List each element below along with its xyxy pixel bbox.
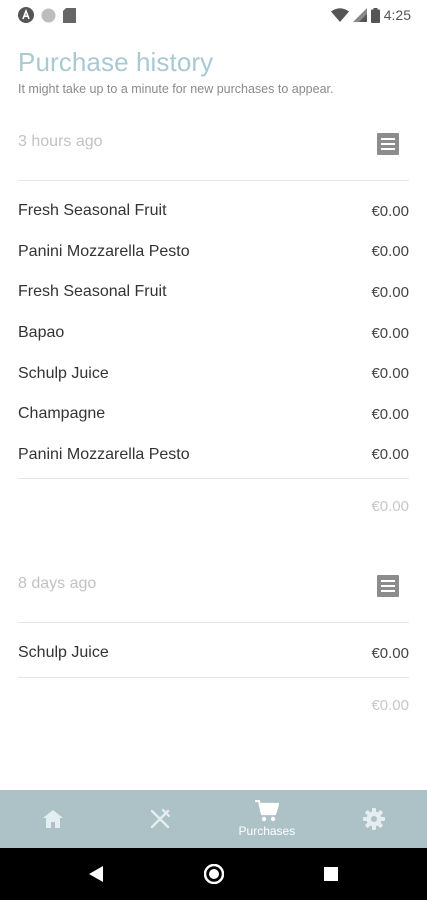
group-total: €0.00	[371, 498, 409, 516]
group-header: 8 days ago	[18, 565, 409, 623]
item-name: Schulp Juice	[18, 364, 109, 382]
purchase-group: 3 hours ago Fresh Seasonal Fruit €0.00 P…	[18, 123, 409, 532]
recents-square-icon	[324, 867, 338, 881]
item-price: €0.00	[371, 405, 409, 423]
bottom-nav: Purchases	[0, 790, 427, 848]
nav-settings[interactable]	[320, 790, 427, 848]
item-price: €0.00	[371, 365, 409, 383]
group-time: 8 days ago	[18, 575, 97, 592]
receipt-icon[interactable]	[377, 133, 399, 155]
group-time: 3 hours ago	[18, 133, 103, 150]
home-button[interactable]	[184, 848, 244, 900]
nav-home[interactable]	[0, 790, 107, 848]
app-badge-icon	[18, 7, 34, 23]
list-item: Champagne €0.00	[18, 394, 409, 435]
nav-purchases[interactable]: Purchases	[214, 790, 321, 848]
nav-purchases-label: Purchases	[238, 824, 296, 838]
group-total: €0.00	[371, 696, 409, 714]
status-right-icons: 4:25	[330, 7, 411, 23]
purchase-group: 8 days ago Schulp Juice €0.00 €0.00	[18, 565, 409, 731]
back-triangle-icon	[89, 866, 103, 882]
group-footer: €0.00	[18, 478, 409, 532]
list-item: Panini Mozzarella Pesto €0.00	[18, 435, 409, 476]
page-title: Purchase history	[18, 47, 214, 77]
item-price: €0.00	[371, 202, 409, 220]
group-footer: €0.00	[18, 676, 409, 731]
back-button[interactable]	[66, 848, 126, 900]
item-name: Schulp Juice	[18, 644, 109, 662]
item-price: €0.00	[371, 283, 409, 301]
item-name: Fresh Seasonal Fruit	[18, 202, 167, 220]
sd-card-icon	[63, 7, 76, 23]
battery-icon	[370, 7, 380, 23]
item-price: €0.00	[371, 243, 409, 261]
recents-button[interactable]	[301, 848, 361, 900]
item-list: Fresh Seasonal Fruit €0.00 Panini Mozzar…	[18, 181, 409, 475]
item-name: Fresh Seasonal Fruit	[18, 283, 167, 301]
home-icon	[43, 810, 64, 828]
nav-menu[interactable]	[107, 790, 214, 848]
wifi-icon	[330, 8, 349, 22]
fork-knife-icon	[150, 809, 171, 829]
page-subtitle: It might take up to a minute for new pur…	[18, 82, 334, 96]
item-price: €0.00	[371, 324, 409, 342]
status-left-icons	[18, 7, 76, 23]
list-item: Bapao €0.00	[18, 313, 409, 354]
home-circle-icon	[204, 864, 224, 884]
purchase-history-content[interactable]: Purchase history It might take up to a m…	[0, 30, 427, 790]
group-header: 3 hours ago	[18, 123, 409, 181]
item-name: Bapao	[18, 324, 65, 342]
cell-signal-icon	[352, 8, 367, 22]
item-name: Panini Mozzarella Pesto	[18, 242, 190, 260]
item-name: Panini Mozzarella Pesto	[18, 445, 190, 463]
status-bar: 4:25	[0, 0, 427, 30]
item-price: €0.00	[371, 644, 409, 662]
receipt-icon[interactable]	[377, 575, 399, 597]
list-item: Schulp Juice €0.00	[18, 353, 409, 394]
item-price: €0.00	[371, 446, 409, 464]
circle-dot-icon	[41, 8, 56, 22]
list-item: Fresh Seasonal Fruit €0.00	[18, 272, 409, 313]
item-name: Champagne	[18, 405, 106, 423]
status-time: 4:25	[383, 7, 411, 23]
cart-icon	[254, 800, 279, 822]
gear-icon	[362, 808, 385, 830]
list-item: Schulp Juice €0.00	[18, 633, 409, 674]
list-item: Fresh Seasonal Fruit €0.00	[18, 191, 409, 232]
system-nav-bar	[0, 848, 427, 900]
item-list: Schulp Juice €0.00	[18, 623, 409, 674]
list-item: Panini Mozzarella Pesto €0.00	[18, 232, 409, 273]
